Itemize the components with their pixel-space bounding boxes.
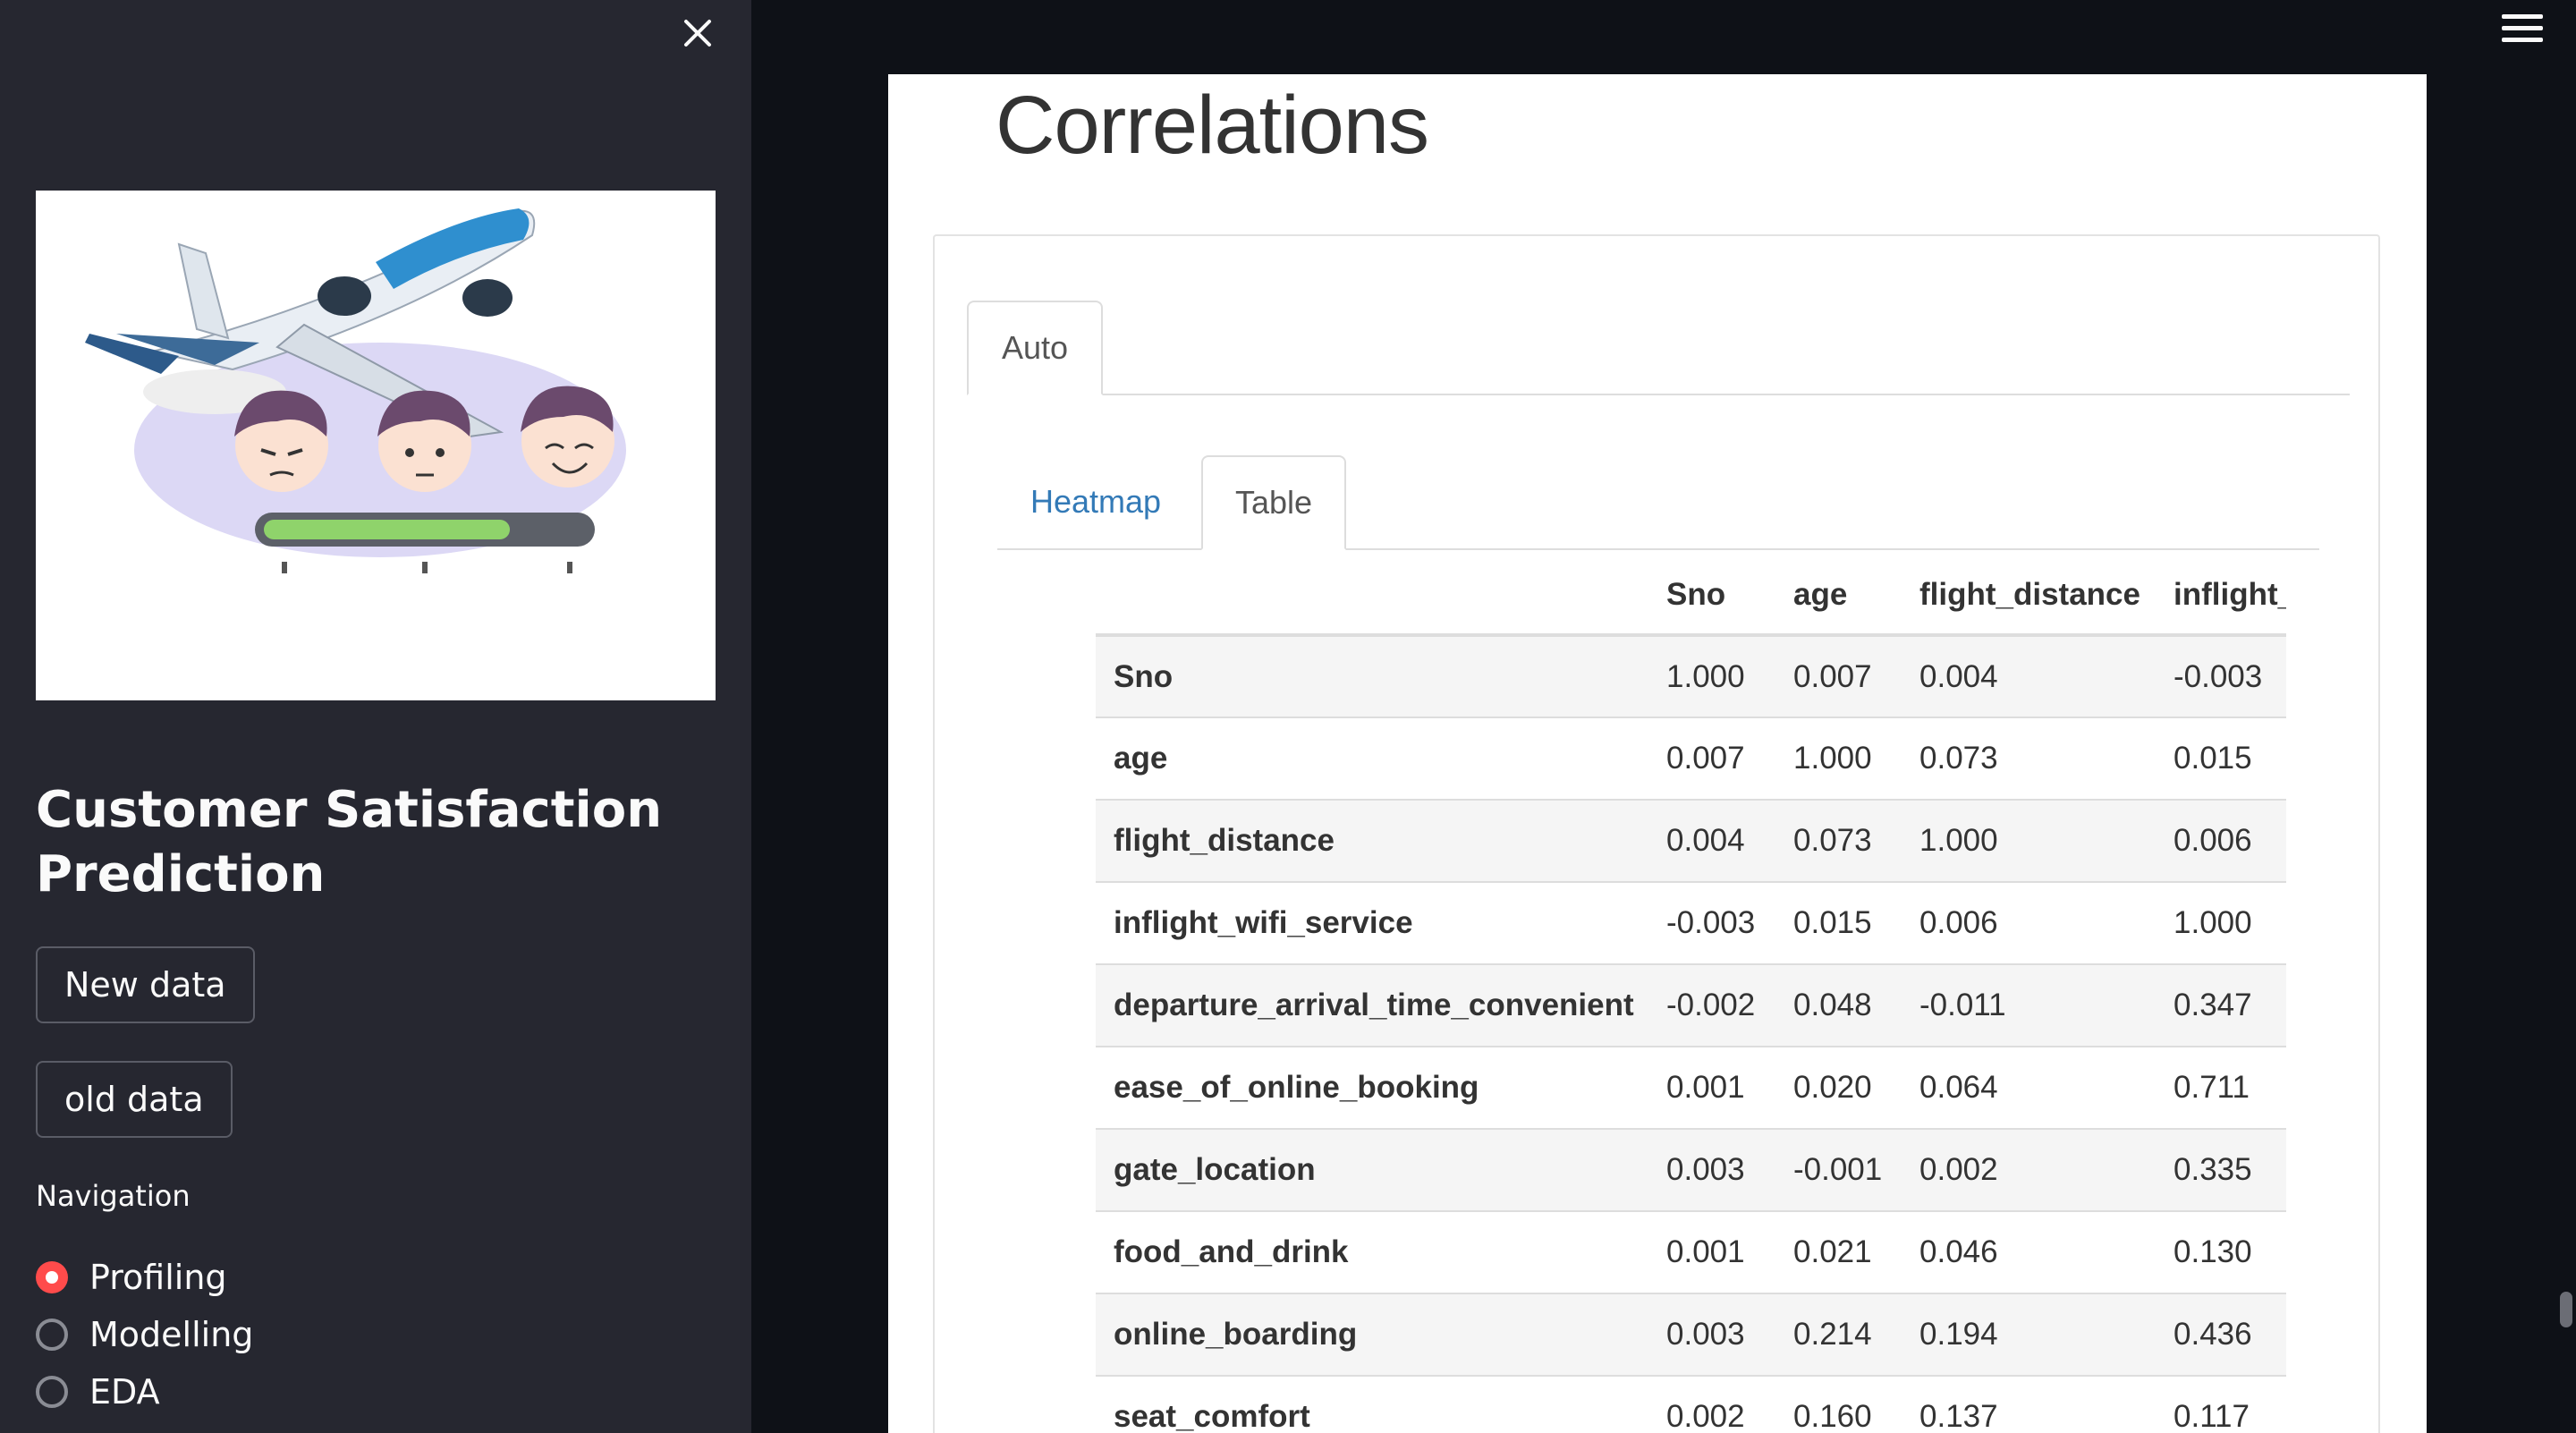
row-header: flight_distance (1114, 823, 1335, 858)
hamburger-menu-icon (2502, 14, 2543, 42)
table-cell: 0.001 (1666, 1070, 1745, 1105)
column-header: flight_distance (1902, 556, 2156, 637)
table-cell: 0.003 (1666, 1317, 1745, 1352)
nav-option-label: Profiling (89, 1258, 227, 1297)
table-cell: 0.002 (1666, 1399, 1745, 1433)
table-cell: 0.160 (1793, 1399, 1872, 1433)
table-cell: 0.436 (2174, 1317, 2252, 1352)
column-header: age (1775, 556, 1902, 637)
table-cell: 0.130 (2174, 1234, 2252, 1269)
table-cell: 0.015 (2174, 741, 2252, 776)
table-row: food_and_drink 0.001 0.021 0.046 0.130 (1096, 1211, 2286, 1293)
column-header: inflight_ (2156, 556, 2286, 637)
column-header (1096, 556, 1648, 637)
table-row: inflight_wifi_service -0.003 0.015 0.006… (1096, 882, 2286, 964)
table-cell: 0.073 (1919, 741, 1998, 776)
row-header: ease_of_online_booking (1114, 1070, 1479, 1105)
table-cell: 1.000 (1919, 823, 1998, 858)
table-cell: 0.064 (1919, 1070, 1998, 1105)
table-cell: 0.015 (1793, 905, 1872, 940)
table-cell: 1.000 (1793, 741, 1872, 776)
table-cell: 0.347 (2174, 988, 2252, 1022)
row-header: seat_comfort (1114, 1399, 1310, 1433)
table-cell: 1.000 (1666, 658, 1745, 694)
table-cell: -0.002 (1666, 988, 1756, 1022)
table-cell: 0.711 (2174, 1070, 2250, 1105)
tab-table[interactable]: Table (1201, 455, 1346, 550)
table-cell: 0.006 (2174, 823, 2252, 858)
inner-tabbar: Heatmap Table (997, 455, 2319, 550)
row-header: gate_location (1114, 1152, 1316, 1187)
sidebar: Customer Satisfaction Prediction New dat… (0, 0, 751, 1433)
tab-heatmap[interactable]: Heatmap (997, 455, 1194, 548)
table-cell: 0.021 (1793, 1234, 1872, 1269)
table-cell: 0.006 (1919, 905, 1998, 940)
row-header: online_boarding (1114, 1317, 1358, 1352)
table-cell: 0.003 (1666, 1152, 1745, 1187)
table-cell: 0.004 (1666, 823, 1745, 858)
section-title: Correlations (996, 80, 1429, 171)
table-row: Sno 1.000 0.007 0.004 -0.003 (1096, 635, 2286, 717)
table-cell: 0.007 (1793, 658, 1872, 694)
table-row: age 0.007 1.000 0.073 0.015 (1096, 717, 2286, 800)
close-sidebar-button[interactable] (675, 11, 720, 55)
table-row: gate_location 0.003 -0.001 0.002 0.335 (1096, 1129, 2286, 1211)
table-cell: 0.004 (1919, 658, 1998, 694)
table-cell: 0.194 (1919, 1317, 1998, 1352)
table-row: online_boarding 0.003 0.214 0.194 0.436 (1096, 1293, 2286, 1376)
nav-option-label: EDA (89, 1372, 160, 1412)
table-row: seat_comfort 0.002 0.160 0.137 0.117 (1096, 1376, 2286, 1433)
app-title: Customer Satisfaction Prediction (36, 781, 663, 903)
nav-radio-profiling[interactable]: Profiling (36, 1251, 227, 1304)
row-header: departure_arrival_time_convenient (1114, 988, 1634, 1022)
table-cell: 0.048 (1793, 988, 1872, 1022)
row-header: food_and_drink (1114, 1234, 1349, 1269)
navigation-label: Navigation (36, 1179, 191, 1213)
table-cell: 0.007 (1666, 741, 1745, 776)
table-cell: 0.002 (1919, 1152, 1998, 1187)
table-row: flight_distance 0.004 0.073 1.000 0.006 (1096, 800, 2286, 882)
old-data-button[interactable]: old data (36, 1061, 233, 1138)
table-cell: -0.003 (1666, 905, 1756, 940)
table-cell: -0.011 (1919, 988, 2006, 1022)
table-cell: 1.000 (2174, 905, 2252, 940)
table-cell: 0.137 (1919, 1399, 1998, 1433)
correlations-panel: Auto Heatmap Table Sno age flight_distan… (933, 234, 2380, 1433)
profiling-report: Correlations Auto Heatmap Table Sno age … (888, 74, 2427, 1433)
correlation-table: Sno age flight_distance inflight_ Sno 1.… (1096, 556, 2286, 1433)
tab-auto[interactable]: Auto (967, 301, 1103, 395)
table-cell: 0.020 (1793, 1070, 1872, 1105)
outer-tabbar: Auto (967, 301, 2350, 395)
airplane-satisfaction-illustration (36, 191, 716, 700)
table-cell: 0.335 (2174, 1152, 2252, 1187)
table-cell: 0.073 (1793, 823, 1872, 858)
table-header-row: Sno age flight_distance inflight_ (1096, 556, 2286, 637)
page-scrollbar[interactable] (2560, 1292, 2572, 1327)
row-header: Sno (1114, 658, 1174, 694)
table-cell: 0.117 (2174, 1399, 2250, 1433)
row-header: inflight_wifi_service (1114, 905, 1413, 940)
column-header: Sno (1648, 556, 1775, 637)
main-menu-button[interactable] (2502, 14, 2543, 45)
table-row: ease_of_online_booking 0.001 0.020 0.064… (1096, 1047, 2286, 1129)
nav-radio-modelling[interactable]: Modelling (36, 1308, 253, 1361)
nav-option-label: Modelling (89, 1315, 254, 1354)
radio-unselected-icon (36, 1319, 68, 1351)
table-row: departure_arrival_time_convenient -0.002… (1096, 964, 2286, 1047)
radio-unselected-icon (36, 1376, 68, 1408)
nav-radio-eda[interactable]: EDA (36, 1365, 160, 1419)
row-header: age (1114, 741, 1168, 776)
close-icon (684, 20, 711, 47)
table-cell: -0.001 (1793, 1152, 1883, 1187)
new-data-button[interactable]: New data (36, 946, 255, 1023)
table-cell: -0.003 (2174, 658, 2263, 694)
radio-selected-icon (36, 1261, 68, 1293)
table-cell: 0.001 (1666, 1234, 1745, 1269)
table-cell: 0.214 (1793, 1317, 1872, 1352)
table-cell: 0.046 (1919, 1234, 1998, 1269)
